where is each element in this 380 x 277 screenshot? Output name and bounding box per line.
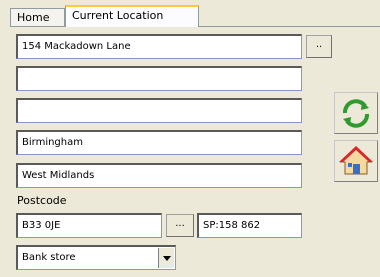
location-type-select[interactable]: Bank store (16, 245, 176, 270)
city-field[interactable]: Birmingham (16, 130, 302, 155)
location-type-value: Bank store (22, 252, 76, 263)
address-line1-button[interactable]: .. (306, 35, 332, 58)
chevron-down-icon[interactable] (158, 248, 174, 268)
postcode-lookup-button[interactable]: ... (166, 214, 194, 237)
home-icon (339, 146, 373, 175)
postcode-label: Postcode (17, 194, 67, 207)
address-line1-field[interactable]: 154 Mackadown Lane (16, 34, 302, 59)
postcode-field[interactable]: B33 0JE (16, 213, 162, 238)
tab-home[interactable]: Home (10, 8, 65, 26)
address-line3-field[interactable] (16, 98, 302, 123)
county-field[interactable]: West Midlands (16, 163, 302, 188)
grid-reference-field[interactable]: SP:158 862 (197, 213, 302, 238)
address-line2-field[interactable] (16, 66, 302, 91)
tab-strip: Home Current Location (10, 5, 380, 27)
tab-current-location[interactable]: Current Location (65, 5, 199, 27)
refresh-button[interactable] (334, 92, 378, 134)
home-location-button[interactable] (334, 140, 378, 182)
refresh-icon (343, 99, 369, 128)
